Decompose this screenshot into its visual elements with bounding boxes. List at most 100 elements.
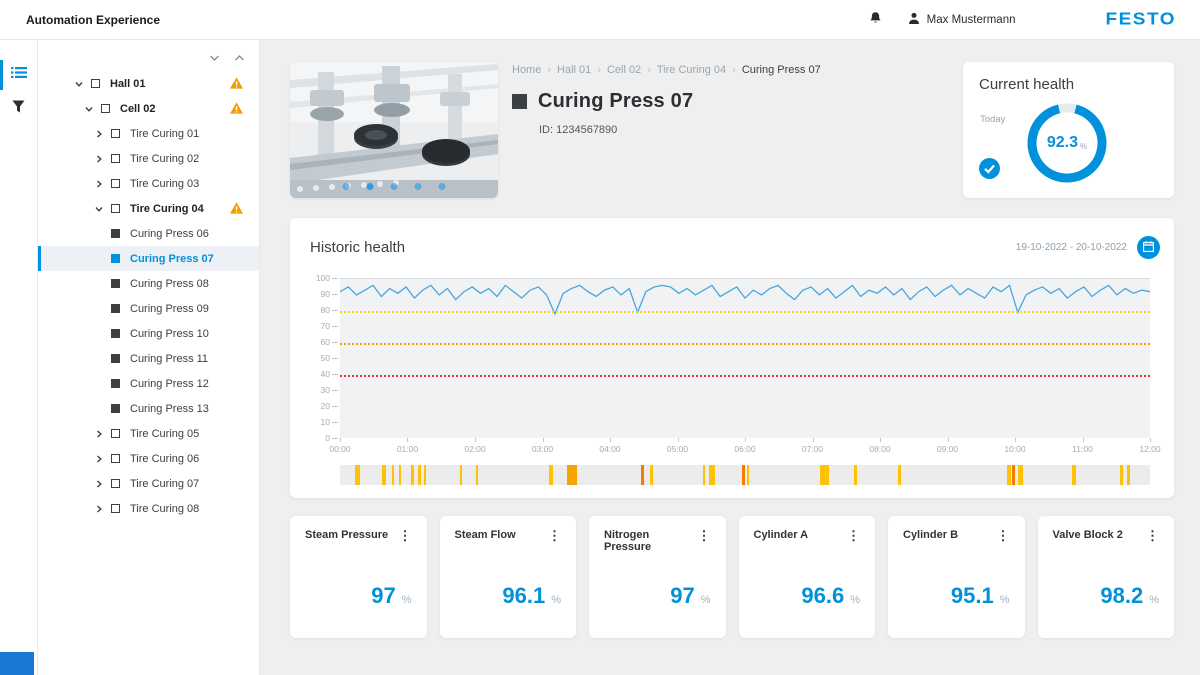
tree-item-curing-press-11[interactable]: Curing Press 11 bbox=[38, 346, 259, 371]
chevron-down-icon[interactable] bbox=[84, 104, 101, 114]
chevron-right-icon[interactable] bbox=[94, 129, 111, 139]
x-tick-label: 09:00 bbox=[937, 444, 958, 454]
x-tick-label: 05:00 bbox=[667, 444, 688, 454]
event-bar bbox=[399, 465, 401, 485]
chevron-right-icon[interactable] bbox=[94, 179, 111, 189]
bell-icon bbox=[869, 11, 882, 28]
x-tick-label: 03:00 bbox=[532, 444, 553, 454]
chevron-right-icon[interactable] bbox=[94, 454, 111, 464]
carousel-dot-3[interactable] bbox=[391, 183, 398, 190]
tree-item-curing-press-13[interactable]: Curing Press 13 bbox=[38, 396, 259, 421]
breadcrumb-item-1[interactable]: Home bbox=[512, 64, 541, 76]
metric-unit: % bbox=[551, 594, 561, 606]
tree-item-label: Curing Press 11 bbox=[130, 353, 208, 365]
kebab-menu-button[interactable]: ⋮ bbox=[698, 529, 711, 542]
warning-icon bbox=[230, 202, 243, 217]
chevron-down-icon[interactable] bbox=[94, 204, 111, 214]
kebab-menu-button[interactable]: ⋮ bbox=[1146, 529, 1159, 542]
tree-item-curing-press-12[interactable]: Curing Press 12 bbox=[38, 371, 259, 396]
user-menu[interactable]: Max Mustermann bbox=[908, 12, 1016, 28]
metric-unit: % bbox=[1149, 594, 1159, 606]
chevron-right-icon[interactable] bbox=[94, 479, 111, 489]
breadcrumb-item-4[interactable]: Tire Curing 04 bbox=[657, 64, 726, 76]
rail-filter-button[interactable] bbox=[0, 92, 37, 126]
carousel-dot-2[interactable] bbox=[367, 183, 374, 190]
square-outline-icon bbox=[91, 79, 100, 88]
tree-item-tire-curing-05[interactable]: Tire Curing 05 bbox=[38, 421, 259, 446]
metric-card-steam-pressure: Steam Pressure⋮97% bbox=[290, 516, 427, 638]
app-title: Automation Experience bbox=[26, 13, 160, 27]
tree-item-curing-press-06[interactable]: Curing Press 06 bbox=[38, 221, 259, 246]
event-bar bbox=[709, 465, 715, 485]
y-tick-label: 30 bbox=[321, 385, 330, 395]
metric-card-steam-flow: Steam Flow⋮96.1% bbox=[440, 516, 577, 638]
carousel-dot-5[interactable] bbox=[439, 183, 446, 190]
corner-accent-button[interactable] bbox=[0, 652, 34, 675]
square-filled-icon bbox=[111, 229, 120, 238]
historic-health-chart: 1009080706050403020100 bbox=[310, 278, 1160, 438]
chevron-right-icon[interactable] bbox=[94, 504, 111, 514]
square-outline-icon bbox=[111, 179, 120, 188]
breadcrumb-item-2[interactable]: Hall 01 bbox=[557, 64, 591, 76]
y-tick-label: 90 bbox=[321, 289, 330, 299]
person-icon bbox=[908, 12, 920, 28]
chevron-right-icon[interactable] bbox=[94, 154, 111, 164]
tree-item-hall-01[interactable]: Hall 01 bbox=[38, 71, 259, 96]
festo-logo: FESTO bbox=[1106, 9, 1177, 29]
metric-card-valve-block-2: Valve Block 2⋮98.2% bbox=[1038, 516, 1175, 638]
breadcrumb-separator: › bbox=[547, 64, 551, 76]
tree-item-tire-curing-02[interactable]: Tire Curing 02 bbox=[38, 146, 259, 171]
device-id: ID: 1234567890 bbox=[539, 124, 947, 136]
tree-item-tire-curing-01[interactable]: Tire Curing 01 bbox=[38, 121, 259, 146]
tree-item-curing-press-09[interactable]: Curing Press 09 bbox=[38, 296, 259, 321]
tree-item-label: Curing Press 07 bbox=[130, 253, 214, 265]
tree-item-label: Tire Curing 07 bbox=[130, 478, 199, 490]
carousel-dot-1[interactable] bbox=[343, 183, 350, 190]
y-tick-label: 60 bbox=[321, 337, 330, 347]
metric-value: 97 bbox=[371, 583, 395, 608]
tree-item-cell-02[interactable]: Cell 02 bbox=[38, 96, 259, 121]
event-bar bbox=[1072, 465, 1076, 485]
breadcrumb-item-3[interactable]: Cell 02 bbox=[607, 64, 641, 76]
tree-item-tire-curing-07[interactable]: Tire Curing 07 bbox=[38, 471, 259, 496]
tree-item-tire-curing-03[interactable]: Tire Curing 03 bbox=[38, 171, 259, 196]
tree-item-tire-curing-04[interactable]: Tire Curing 04 bbox=[38, 196, 259, 221]
y-tick-label: 40 bbox=[321, 369, 330, 379]
chevron-down-icon[interactable] bbox=[74, 79, 91, 89]
tree-item-curing-press-07[interactable]: Curing Press 07 bbox=[38, 246, 259, 271]
y-tick-label: 70 bbox=[321, 321, 330, 331]
chevron-right-icon[interactable] bbox=[94, 429, 111, 439]
event-bar bbox=[355, 465, 360, 485]
tree-item-label: Curing Press 06 bbox=[130, 228, 209, 240]
kebab-menu-button[interactable]: ⋮ bbox=[399, 529, 412, 542]
square-outline-icon bbox=[111, 479, 120, 488]
square-filled-icon bbox=[111, 254, 120, 263]
breadcrumb-item-5: Curing Press 07 bbox=[742, 64, 821, 76]
threshold-line-40 bbox=[340, 375, 1150, 377]
x-tick-label: 07:00 bbox=[802, 444, 823, 454]
x-tick-label: 02:00 bbox=[464, 444, 485, 454]
expand-all-button[interactable] bbox=[234, 50, 245, 65]
tree-item-label: Curing Press 09 bbox=[130, 303, 209, 315]
device-photo bbox=[290, 62, 498, 198]
notifications-button[interactable] bbox=[869, 11, 882, 28]
event-bar bbox=[650, 465, 653, 485]
collapse-all-button[interactable] bbox=[209, 50, 220, 65]
carousel-dot-4[interactable] bbox=[415, 183, 422, 190]
square-filled-icon bbox=[111, 304, 120, 313]
tree-item-curing-press-08[interactable]: Curing Press 08 bbox=[38, 271, 259, 296]
calendar-icon bbox=[1143, 240, 1154, 255]
rail-tree-button[interactable] bbox=[0, 58, 37, 92]
page-title: Curing Press 07 bbox=[538, 90, 693, 113]
y-tick-label: 100 bbox=[316, 273, 330, 283]
breadcrumb-separator: › bbox=[597, 64, 601, 76]
breadcrumb-separator: › bbox=[732, 64, 736, 76]
kebab-menu-button[interactable]: ⋮ bbox=[847, 529, 860, 542]
tree-item-tire-curing-06[interactable]: Tire Curing 06 bbox=[38, 446, 259, 471]
date-picker-button[interactable] bbox=[1137, 236, 1160, 259]
tree-item-curing-press-10[interactable]: Curing Press 10 bbox=[38, 321, 259, 346]
kebab-menu-button[interactable]: ⋮ bbox=[997, 529, 1010, 542]
event-bar bbox=[1007, 465, 1011, 485]
tree-item-tire-curing-08[interactable]: Tire Curing 08 bbox=[38, 496, 259, 521]
kebab-menu-button[interactable]: ⋮ bbox=[548, 529, 561, 542]
